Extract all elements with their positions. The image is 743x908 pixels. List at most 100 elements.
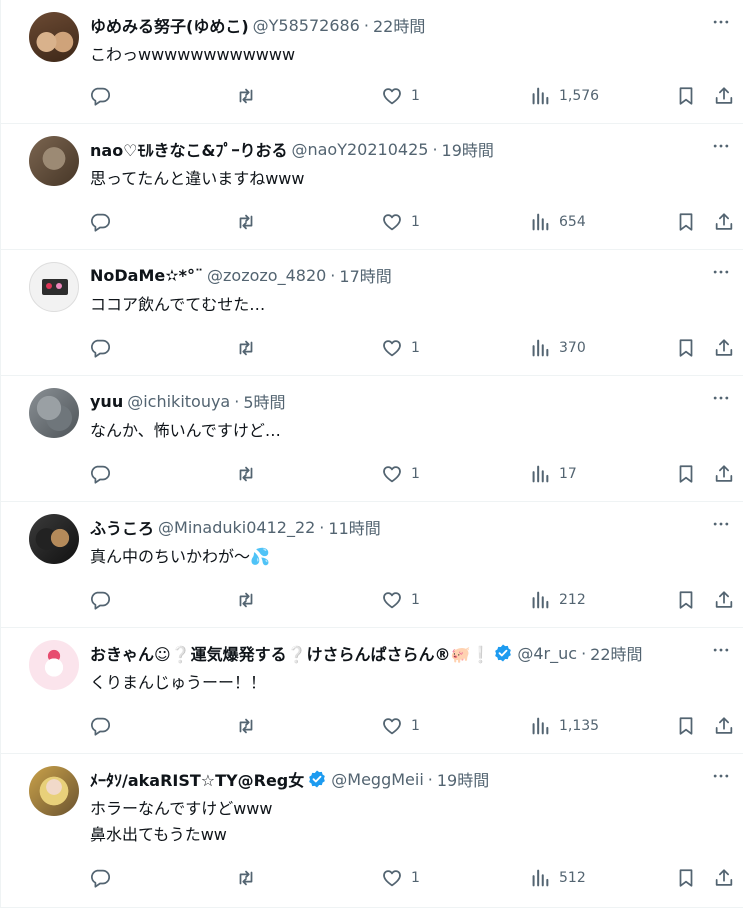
action-bar: 1 512 xyxy=(89,866,733,890)
action-bar: 1 370 xyxy=(89,336,733,360)
share-button[interactable] xyxy=(713,462,735,486)
separator-dot: · xyxy=(432,139,438,159)
bookmark-button[interactable] xyxy=(675,84,697,108)
like-button[interactable]: 1 xyxy=(381,210,420,234)
author-handle[interactable]: @Minaduki0412_22 xyxy=(158,518,315,537)
like-button[interactable]: 1 xyxy=(381,866,420,890)
avatar[interactable] xyxy=(29,514,79,564)
views-button[interactable]: 370 xyxy=(529,336,586,360)
bookmark-button[interactable] xyxy=(675,336,697,360)
more-icon[interactable] xyxy=(709,10,733,34)
more-icon[interactable] xyxy=(709,764,733,788)
like-button[interactable]: 1 xyxy=(381,714,420,738)
timestamp[interactable]: 19時間 xyxy=(437,767,489,791)
more-icon[interactable] xyxy=(709,512,733,536)
author-handle[interactable]: @naoY20210425 xyxy=(291,140,428,159)
retweet-button[interactable] xyxy=(235,336,257,360)
reply-button[interactable] xyxy=(89,336,111,360)
reply-button[interactable] xyxy=(89,462,111,486)
more-icon[interactable] xyxy=(709,386,733,410)
views-count: 654 xyxy=(559,214,586,230)
timestamp[interactable]: 19時間 xyxy=(442,137,494,161)
avatar[interactable] xyxy=(29,262,79,312)
timestamp[interactable]: 22時間 xyxy=(373,13,425,37)
tweet-header: yuu @ichikitouya · 5時間 xyxy=(90,389,693,413)
tweet-text: 真ん中のちいかわが～💦 xyxy=(90,547,270,566)
reply-button[interactable] xyxy=(89,84,111,108)
reply-icon xyxy=(89,589,111,611)
timestamp[interactable]: 5時間 xyxy=(243,389,285,413)
avatar[interactable] xyxy=(29,136,79,186)
bookmark-button[interactable] xyxy=(675,462,697,486)
tweet-header: nao♡ﾓﾙきなこ&ﾌﾟｰりおる @naoY20210425 · 19時間 xyxy=(90,137,693,161)
avatar[interactable] xyxy=(29,766,79,816)
like-button[interactable]: 1 xyxy=(381,588,420,612)
share-button[interactable] xyxy=(713,336,735,360)
views-button[interactable]: 512 xyxy=(529,866,586,890)
author-handle[interactable]: @MeggMeii xyxy=(331,770,424,789)
like-button[interactable]: 1 xyxy=(381,462,420,486)
tweet[interactable]: おきゃん☺❔運気爆発する❔けさらんぱさらん®🐖❕ @4r_uc · 22時間 く… xyxy=(1,628,743,754)
bookmark-button[interactable] xyxy=(675,588,697,612)
tweet-text: ホラーなんですけどwww 鼻水出てもうたww xyxy=(90,799,273,844)
author-name[interactable]: NoDaMe✫*°¨ xyxy=(90,266,203,285)
avatar[interactable] xyxy=(29,12,79,62)
more-icon[interactable] xyxy=(709,260,733,284)
retweet-button[interactable] xyxy=(235,84,257,108)
author-name[interactable]: ゆめみる努子(ゆめこ) xyxy=(90,13,249,37)
author-name[interactable]: yuu xyxy=(90,392,123,411)
bookmark-button[interactable] xyxy=(675,866,697,890)
bookmark-button[interactable] xyxy=(675,210,697,234)
author-handle[interactable]: @4r_uc xyxy=(517,644,577,663)
author-name[interactable]: ふうころ xyxy=(90,515,154,539)
reply-button[interactable] xyxy=(89,866,111,890)
retweet-button[interactable] xyxy=(235,866,257,890)
bookmark-button[interactable] xyxy=(675,714,697,738)
views-icon xyxy=(529,463,551,485)
retweet-button[interactable] xyxy=(235,588,257,612)
more-icon[interactable] xyxy=(709,638,733,662)
timestamp[interactable]: 11時間 xyxy=(328,515,380,539)
like-button[interactable]: 1 xyxy=(381,84,420,108)
views-button[interactable]: 17 xyxy=(529,462,577,486)
share-button[interactable] xyxy=(713,588,735,612)
action-bar: 1 1,576 xyxy=(89,84,733,108)
views-button[interactable]: 212 xyxy=(529,588,586,612)
views-button[interactable]: 1,576 xyxy=(529,84,599,108)
author-handle[interactable]: @zozozo_4820 xyxy=(207,266,326,285)
views-button[interactable]: 1,135 xyxy=(529,714,599,738)
author-name[interactable]: おきゃん☺❔運気爆発する❔けさらんぱさらん®🐖❕ xyxy=(90,641,490,665)
retweet-button[interactable] xyxy=(235,210,257,234)
retweet-icon xyxy=(235,85,257,107)
timestamp[interactable]: 17時間 xyxy=(339,263,391,287)
like-button[interactable]: 1 xyxy=(381,336,420,360)
author-name[interactable]: ﾒｰﾀｿ/akaRIST☆TY@Reg女 xyxy=(90,767,304,791)
tweet[interactable]: ﾒｰﾀｿ/akaRIST☆TY@Reg女 @MeggMeii · 19時間 ホラ… xyxy=(1,754,743,908)
author-handle[interactable]: @ichikitouya xyxy=(127,392,230,411)
bookmark-icon xyxy=(675,463,697,485)
reply-button[interactable] xyxy=(89,714,111,738)
views-button[interactable]: 654 xyxy=(529,210,586,234)
retweet-icon xyxy=(235,867,257,889)
share-button[interactable] xyxy=(713,866,735,890)
tweet[interactable]: ゆめみる努子(ゆめこ) @Y58572686 · 22時間 こわっwwwwwww… xyxy=(1,0,743,124)
timestamp[interactable]: 22時間 xyxy=(590,641,642,665)
tweet[interactable]: yuu @ichikitouya · 5時間 なんか、怖いんですけど… 1 17 xyxy=(1,376,743,502)
more-icon[interactable] xyxy=(709,134,733,158)
tweet[interactable]: ふうころ @Minaduki0412_22 · 11時間 真ん中のちいかわが～💦… xyxy=(1,502,743,628)
tweet[interactable]: nao♡ﾓﾙきなこ&ﾌﾟｰりおる @naoY20210425 · 19時間 思っ… xyxy=(1,124,743,250)
retweet-button[interactable] xyxy=(235,462,257,486)
author-handle[interactable]: @Y58572686 xyxy=(253,16,360,35)
action-bar: 1 654 xyxy=(89,210,733,234)
retweet-icon xyxy=(235,463,257,485)
share-button[interactable] xyxy=(713,210,735,234)
share-button[interactable] xyxy=(713,84,735,108)
author-name[interactable]: nao♡ﾓﾙきなこ&ﾌﾟｰりおる xyxy=(90,137,287,161)
avatar[interactable] xyxy=(29,388,79,438)
avatar[interactable] xyxy=(29,640,79,690)
reply-button[interactable] xyxy=(89,588,111,612)
retweet-button[interactable] xyxy=(235,714,257,738)
tweet[interactable]: NoDaMe✫*°¨ @zozozo_4820 · 17時間 ココア飲んでてむせ… xyxy=(1,250,743,376)
share-button[interactable] xyxy=(713,714,735,738)
reply-button[interactable] xyxy=(89,210,111,234)
